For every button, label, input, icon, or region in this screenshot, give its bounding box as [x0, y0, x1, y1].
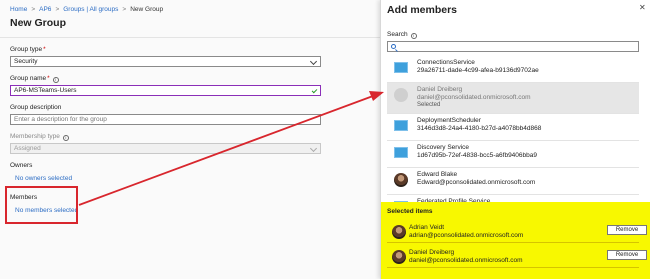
- selected-item: Daniel Dreiberg daniel@pconsolidated.onm…: [387, 246, 647, 268]
- group-name-label: Group name* i: [10, 75, 59, 83]
- group-description-placeholder: Enter a description for the group: [14, 116, 107, 123]
- checkmark-icon: [311, 87, 318, 94]
- breadcrumb-separator: >: [31, 5, 36, 13]
- selected-items-panel: Selected items Adrian Veidt adrian@pcons…: [381, 202, 650, 279]
- group-description-input[interactable]: Enter a description for the group: [10, 114, 321, 125]
- info-icon[interactable]: i: [410, 33, 417, 39]
- list-item[interactable]: DeploymentScheduler 3146d3d8-24a4-4180-b…: [387, 114, 639, 141]
- app-icon: [394, 62, 408, 73]
- remove-button[interactable]: Remove: [607, 225, 647, 235]
- no-owners-link[interactable]: No owners selected: [15, 175, 72, 182]
- avatar: [392, 250, 406, 264]
- chevron-down-icon: [309, 144, 318, 152]
- membership-type-select: Assigned: [10, 143, 321, 154]
- selected-name: Daniel Dreiberg: [409, 249, 455, 256]
- group-type-value: Security: [14, 58, 38, 65]
- app-icon: [394, 120, 408, 131]
- breadcrumb-separator: >: [122, 5, 127, 13]
- item-name: Edward Blake: [417, 171, 458, 178]
- members-highlight-box: [5, 186, 78, 224]
- group-name-value: AP6-MSTeams-Users: [14, 87, 77, 94]
- avatar: [394, 173, 408, 187]
- breadcrumb-groups[interactable]: Groups | All groups: [63, 6, 118, 13]
- app-icon: [394, 147, 408, 158]
- item-id: 1d67d95b-72ef-4838-bcc5-a6fb9406bba9: [417, 152, 537, 159]
- group-description-label: Group description: [10, 104, 62, 111]
- breadcrumb-separator: >: [55, 5, 60, 13]
- avatar: [394, 88, 408, 102]
- selected-name: Adrian Veidt: [409, 224, 445, 231]
- list-item[interactable]: Daniel Dreiberg daniel@pconsolidated.onm…: [387, 83, 639, 114]
- selected-email: adrian@pconsolidated.onmicrosoft.com: [409, 232, 524, 239]
- chevron-down-icon: [309, 57, 318, 65]
- search-label: Search i: [387, 31, 417, 39]
- selected-items-title: Selected items: [387, 208, 433, 215]
- title-divider: [0, 37, 380, 38]
- group-name-input[interactable]: AP6-MSTeams-Users: [10, 85, 321, 96]
- search-input[interactable]: [387, 41, 639, 52]
- item-name: Discovery Service: [417, 144, 470, 151]
- item-name: DeploymentScheduler: [417, 117, 481, 124]
- list-item[interactable]: Edward Blake Edward@pconsolidated.onmicr…: [387, 168, 639, 195]
- list-item[interactable]: ConnectionsService 29a26711-dade-4c99-af…: [387, 56, 639, 83]
- panel-title: Add members: [387, 4, 458, 16]
- item-email: daniel@pconsolidated.onmicrosoft.com: [417, 94, 531, 101]
- item-status: Selected: [417, 102, 441, 108]
- group-type-select[interactable]: Security: [10, 56, 321, 67]
- info-icon[interactable]: i: [62, 135, 69, 141]
- membership-type-value: Assigned: [14, 145, 41, 152]
- selected-item: Adrian Veidt adrian@pconsolidated.onmicr…: [387, 221, 647, 243]
- group-type-label: Group type*: [10, 46, 46, 53]
- search-icon: [391, 43, 396, 49]
- membership-type-label: Membership type i: [10, 133, 69, 141]
- list-item[interactable]: Discovery Service 1d67d95b-72ef-4838-bcc…: [387, 141, 639, 168]
- item-name: ConnectionsService: [417, 59, 475, 66]
- breadcrumb-home[interactable]: Home: [10, 6, 27, 13]
- remove-button[interactable]: Remove: [607, 250, 647, 260]
- breadcrumb-current: New Group: [130, 5, 164, 13]
- new-group-blade: Home > AP6 > Groups | All groups > New G…: [0, 0, 380, 279]
- breadcrumb-ap6[interactable]: AP6: [39, 6, 51, 13]
- item-id: 29a26711-dade-4c99-afea-b9136d9702ae: [417, 67, 539, 74]
- owners-label: Owners: [10, 162, 33, 169]
- item-email: Edward@pconsolidated.onmicrosoft.com: [417, 179, 536, 186]
- page-title: New Group: [10, 17, 67, 29]
- item-id: 3146d3d8-24a4-4180-b27d-a4078bb4d868: [417, 125, 542, 132]
- avatar: [392, 225, 406, 239]
- item-name: Daniel Dreiberg: [417, 86, 463, 93]
- info-icon[interactable]: i: [52, 77, 59, 83]
- close-icon[interactable]: ✕: [639, 4, 646, 12]
- selected-email: daniel@pconsolidated.onmicrosoft.com: [409, 257, 523, 264]
- add-members-blade: Add members ✕ Search i ConnectionsService…: [380, 0, 650, 279]
- breadcrumb: Home > AP6 > Groups | All groups > New G…: [10, 4, 163, 14]
